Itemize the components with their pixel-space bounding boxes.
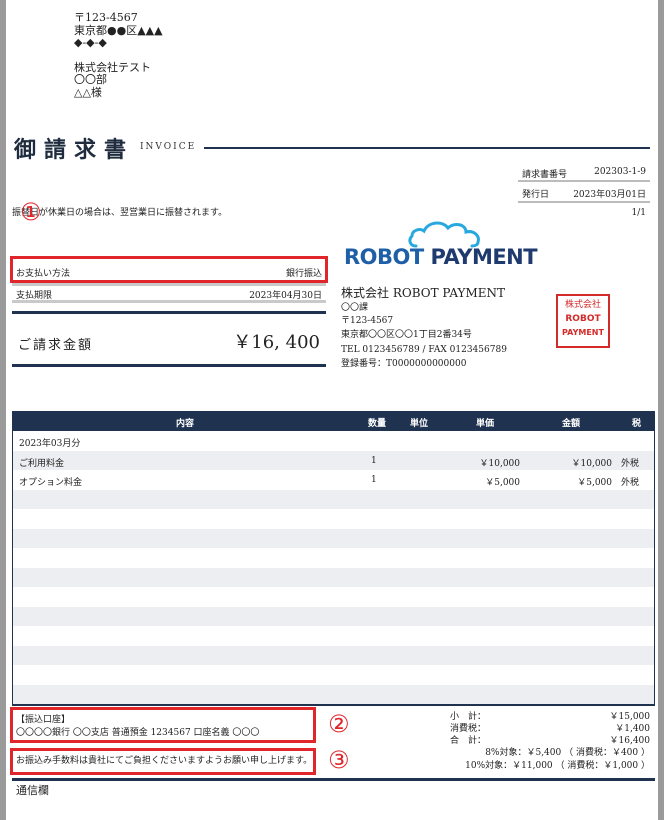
invoice-number-row: 請求書番号 202303-1-9 [518,162,650,182]
recipient-department: 〇〇部 [74,73,107,86]
highlight-box-2 [10,707,316,743]
table-row [13,645,654,665]
cell-quantity: 1 [371,455,377,466]
marker-1: ① [20,198,42,226]
recipient-person: △△様 [74,85,102,99]
header-unit: 単位 [410,419,429,429]
header-description: 内容 [176,419,195,429]
page-number: 1/1 [631,208,646,218]
table-row: オプション料金 1 ￥5,000 ￥5,000 外税 [13,470,654,490]
cloud-logo-icon [408,221,480,248]
total-label: 合 計： [450,736,487,746]
table-row [13,606,654,626]
header-amount: 金額 [562,419,581,429]
cell-description: オプション料金 [19,478,83,488]
marker-3: ③ [328,746,350,774]
table-row [13,528,654,548]
seal-line: ROBOT [565,314,601,324]
table-row [13,548,654,568]
payment-divider [12,300,326,303]
table-bottom-rule [12,704,655,706]
cell-description: 2023年03月分 [19,439,81,449]
billing-amount-label: ご請求金額 [18,338,94,353]
cell-amount: ￥10,000 [571,458,613,469]
cell-description: ご利用料金 [19,458,65,469]
cell-unit-price: ￥10,000 [479,458,521,469]
table-row [13,489,654,509]
header-tax: 税 [632,419,642,429]
recipient-address: 〒123-4567 東京都●●区▲▲▲ ◆-◆-◆ 株式会社テスト 〇〇部 △△… [74,11,163,99]
items-table-body: 2023年03月分 ご利用料金 1 ￥10,000 ￥10,000 外税 オプシ… [12,431,655,704]
table-row: ご利用料金 1 ￥10,000 ￥10,000 外税 [13,450,654,470]
table-row: 2023年03月分 [13,431,654,451]
seal-line: PAYMENT [562,328,604,337]
invoice-number-label: 請求書番号 [522,170,568,180]
issue-date: 2023年03月01日 [573,190,646,200]
cell-quantity: 1 [371,475,377,485]
cell-amount: ￥5,000 [577,478,612,488]
issuer-company: 株式会社 ROBOT PAYMENT [341,286,506,300]
table-row [13,587,654,607]
tax-8-percent: 8%対象：￥5,400 （ 消費税：￥400 ） [485,748,650,758]
title-rule [204,147,650,149]
recipient-address-line2: ◆-◆-◆ [74,36,107,49]
table-row [13,684,654,704]
issuer-postal: 〒123-4567 [341,316,394,326]
issue-date-label: 発行日 [522,190,550,200]
document-subtitle: INVOICE [140,142,197,152]
highlight-box-3 [10,748,316,775]
issuer-registration: 登録番号：T0000000000000 [341,359,467,369]
invoice-page: 〒123-4567 東京都●●区▲▲▲ ◆-◆-◆ 株式会社テスト 〇〇部 △△… [6,0,658,820]
cell-unit-price: ￥5,000 [485,478,520,488]
meta-divider [518,201,650,203]
issuer-person: 〇〇課 [341,303,369,313]
table-row [13,626,654,646]
billing-amount-value: ￥16, 400 [233,332,320,353]
notes-top-rule [12,778,655,781]
holiday-notice: 振替日が休業日の場合は、翌営業日に振替されます。 [12,208,228,218]
items-table-header: 内容 数量 単位 単価 金額 税 [12,411,655,431]
issue-date-row: 発行日 2023年03月01日 [518,182,650,202]
issuer-address: 東京都〇〇区〇〇1丁目2番34号 [341,330,472,340]
tax-10-percent: 10%対象：￥11,000 （ 消費税：￥1,000 ） [465,761,650,771]
header-unit-price: 単価 [476,419,495,429]
document-title: 御請求書 [14,137,135,163]
cell-tax: 外税 [621,478,640,488]
issuer-logo: ROBOT PAYMENT [344,245,538,269]
table-row [13,509,654,529]
recipient-postal: 〒123-4567 [74,11,138,24]
invoice-number: 202303-1-9 [594,167,646,177]
company-seal: 株式会社 ROBOT PAYMENT [556,294,610,348]
table-row [13,567,654,587]
notes-label: 通信欄 [16,784,49,797]
issuer-tel-fax: TEL 0123456789 / FAX 0123456789 [341,345,507,355]
amount-top-rule [12,311,326,314]
seal-line: 株式会社 [564,300,601,310]
cell-tax: 外税 [621,458,640,469]
header-quantity: 数量 [368,419,387,429]
highlight-box-1 [10,256,328,283]
logo-word-robot: ROBOT [344,245,424,269]
logo-word-payment: PAYMENT [430,245,538,269]
table-row [13,665,654,685]
marker-2: ② [328,710,350,738]
amount-bottom-rule [12,364,326,367]
